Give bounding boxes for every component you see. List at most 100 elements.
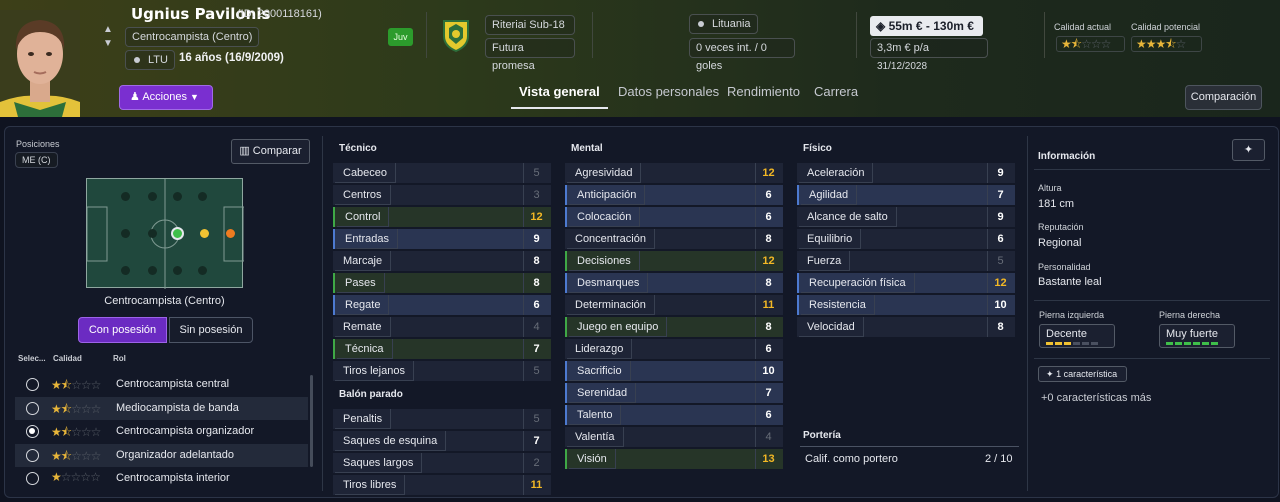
foot-bar-segment (1046, 342, 1053, 345)
attribute-row[interactable]: Sacrificio 10 (565, 361, 783, 381)
attribute-row[interactable]: Liderazgo 6 (565, 339, 783, 359)
attribute-value: 12 (987, 273, 1013, 293)
attribute-row[interactable]: Entradas 9 (333, 229, 551, 249)
foot-bar-segment (1184, 342, 1191, 345)
attribute-name: Saques de esquina (335, 431, 447, 451)
role-radio[interactable] (26, 448, 39, 462)
attribute-name: Velocidad (799, 317, 864, 337)
right-foot-box: Muy fuerte (1159, 324, 1235, 348)
attribute-name: Tiros lejanos (335, 361, 414, 381)
foot-bar-segment (1055, 342, 1062, 345)
attribute-row[interactable]: Determinación 11 (565, 295, 783, 315)
setpieces-title: Balón parado (339, 389, 403, 400)
attribute-name: Centros (335, 185, 391, 205)
flag-icon (134, 57, 140, 63)
attribute-row[interactable]: Equilibrio 6 (797, 229, 1015, 249)
attribute-row[interactable]: Pases 8 (333, 273, 551, 293)
attribute-row[interactable]: Aceleración 9 (797, 163, 1015, 183)
attribute-row[interactable]: Agilidad 7 (797, 185, 1015, 205)
attribute-row[interactable]: Fuerza 5 (797, 251, 1015, 271)
role-row[interactable]: ★⯪☆☆☆ Centrocampista organizador (15, 420, 308, 443)
attribute-row[interactable]: Agresividad 12 (565, 163, 783, 183)
attribute-row[interactable]: Recuperación física 12 (797, 273, 1015, 293)
role-radio[interactable] (26, 401, 39, 415)
compare-icon: ▥ (239, 145, 250, 157)
attribute-row[interactable]: Saques largos 2 (333, 453, 551, 473)
attribute-row[interactable]: Alcance de salto 9 (797, 207, 1015, 227)
attribute-row[interactable]: Visión 13 (565, 449, 783, 469)
chevron-down-icon: ▼ (190, 92, 199, 102)
attribute-row[interactable]: Tiros lejanos 5 (333, 361, 551, 381)
attribute-row[interactable]: Velocidad 8 (797, 317, 1015, 337)
left-foot-bar (1046, 342, 1108, 345)
attribute-row[interactable]: Juego en equipo 8 (565, 317, 783, 337)
attribute-name: Recuperación física (801, 273, 915, 293)
club-crest-icon[interactable] (440, 18, 472, 52)
roles-scrollbar[interactable] (310, 375, 313, 467)
tab-carrera[interactable]: Carrera (814, 84, 858, 99)
nation-chip[interactable]: LTU (125, 50, 175, 70)
attribute-row[interactable]: Tiros libres 11 (333, 475, 551, 495)
role-radio[interactable] (26, 378, 39, 391)
attribute-row[interactable]: Regate 6 (333, 295, 551, 315)
attribute-name: Serenidad (569, 383, 637, 403)
attribute-value: 6 (755, 207, 781, 227)
attribute-name: Remate (335, 317, 391, 337)
attribute-row[interactable]: Colocación 6 (565, 207, 783, 227)
role-row[interactable]: ★⯪☆☆☆ Centrocampista central (15, 373, 308, 396)
role-row[interactable]: ★☆☆☆☆ Centrocampista interior (15, 467, 308, 490)
role-row[interactable]: ★⯪☆☆☆ Organizador adelantado (15, 443, 308, 467)
gk-rating-value: 2 / 10 (985, 453, 1013, 465)
traits-chip[interactable]: ✦ 1 característica (1038, 366, 1127, 382)
personality-label: Personalidad (1038, 262, 1091, 272)
compare-button[interactable]: ▥ Comparar (231, 139, 310, 164)
without-ball-toggle[interactable]: Sin posesión (169, 317, 253, 343)
attribute-row[interactable]: Anticipación 6 (565, 185, 783, 205)
attribute-name: Juego en equipo (569, 317, 668, 337)
attribute-row[interactable]: Concentración 8 (565, 229, 783, 249)
col-select: Selec... (18, 354, 46, 363)
role-stars: ★⯪☆☆☆ (51, 378, 101, 392)
info-settings-button[interactable]: ✦ (1232, 139, 1265, 161)
attribute-row[interactable]: Remate 4 (333, 317, 551, 337)
tab-rendimiento[interactable]: Rendimiento (727, 84, 800, 99)
next-player-icon[interactable]: ▼ (103, 38, 113, 49)
role-stars: ★⯪☆☆☆ (51, 448, 101, 463)
role-stars: ★☆☆☆☆ (51, 470, 101, 484)
attribute-row[interactable]: Valentía 4 (565, 427, 783, 447)
attribute-row[interactable]: Saques de esquina 7 (333, 431, 551, 451)
comparison-button[interactable]: Comparación (1185, 85, 1262, 110)
club-name[interactable]: Riteriai Sub-18 (485, 15, 575, 35)
technical-title: Técnico (339, 143, 377, 154)
attribute-row[interactable]: Centros 3 (333, 185, 551, 205)
attribute-row[interactable]: Talento 6 (565, 405, 783, 425)
foot-bar-segment (1166, 342, 1173, 345)
attribute-row[interactable]: Marcaje 8 (333, 251, 551, 271)
attribute-value: 8 (987, 317, 1013, 337)
position-pitch[interactable] (86, 178, 244, 289)
attribute-row[interactable]: Técnica 7 (333, 339, 551, 359)
with-ball-toggle[interactable]: Con posesión (78, 317, 167, 343)
role-radio[interactable] (26, 425, 39, 438)
tab-vista-general[interactable]: Vista general (519, 84, 600, 99)
foot-bar-segment (1211, 342, 1218, 345)
attribute-value: 5 (987, 251, 1013, 271)
attribute-row[interactable]: Penaltis 5 (333, 409, 551, 429)
attribute-row[interactable]: Cabeceo 5 (333, 163, 551, 183)
nationality-chip[interactable]: Lituania (689, 14, 758, 34)
actions-button[interactable]: ♟ Acciones ▼ (119, 85, 213, 110)
more-traits[interactable]: +0 características más (1041, 392, 1151, 404)
attribute-row[interactable]: Serenidad 7 (565, 383, 783, 403)
position-code-chip: ME (C) (15, 152, 58, 168)
prev-player-icon[interactable]: ▲ (103, 24, 113, 35)
tab-datos-personales[interactable]: Datos personales (618, 84, 719, 99)
role-row[interactable]: ★⯪☆☆☆ Mediocampista de banda (15, 396, 308, 420)
attribute-row[interactable]: Control 12 (333, 207, 551, 227)
role-radio[interactable] (26, 472, 39, 485)
attribute-name: Resistencia (801, 295, 875, 315)
attribute-row[interactable]: Resistencia 10 (797, 295, 1015, 315)
attribute-name: Entradas (337, 229, 399, 249)
attribute-row[interactable]: Decisiones 12 (565, 251, 783, 271)
attribute-name: Saques largos (335, 453, 423, 473)
attribute-row[interactable]: Desmarques 8 (565, 273, 783, 293)
